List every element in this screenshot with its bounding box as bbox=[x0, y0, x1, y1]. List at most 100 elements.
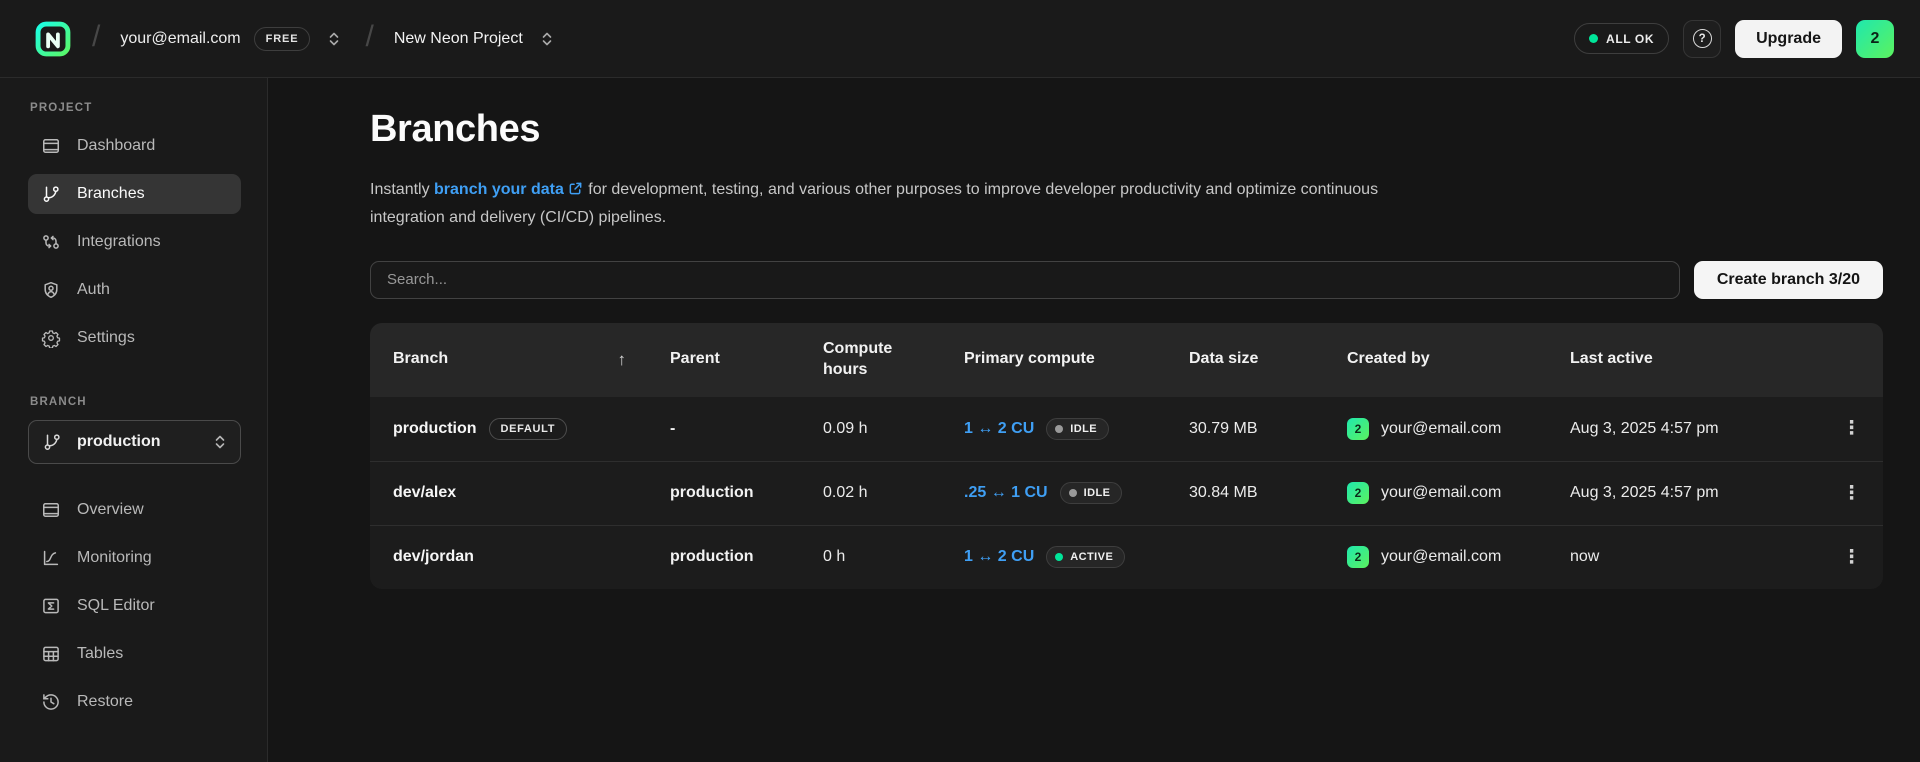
data-size-value: 30.79 MB bbox=[1189, 420, 1257, 438]
sidebar-item-integrations[interactable]: Integrations bbox=[28, 222, 241, 262]
branch-row[interactable]: dev/jordan production0 h 1 ↔ 2 CU ACTIVE 2yo… bbox=[370, 525, 1883, 589]
neon-logo[interactable] bbox=[34, 20, 72, 58]
upgrade-button[interactable]: Upgrade bbox=[1735, 20, 1842, 58]
sidebar-item-label: Overview bbox=[77, 501, 144, 519]
plan-badge: FREE bbox=[254, 27, 311, 51]
description-text: Instantly bbox=[370, 181, 434, 198]
last-active-value: now bbox=[1570, 548, 1599, 566]
chevron-up-down-icon bbox=[213, 433, 227, 451]
parent-cell: production bbox=[670, 548, 823, 566]
org-switcher-button[interactable] bbox=[323, 26, 345, 52]
chevron-up-down-icon bbox=[540, 30, 554, 48]
status-ok-dot-icon bbox=[1589, 34, 1598, 43]
primary-compute-cell: 1 ↔ 2 CU IDLE bbox=[964, 418, 1189, 440]
table-header-row: Branch↑Parent Compute hours Primary comput… bbox=[370, 323, 1883, 397]
project-section-label: PROJECT bbox=[30, 102, 239, 114]
user-avatar: 2 bbox=[1347, 546, 1369, 568]
state-label: IDLE bbox=[1084, 487, 1111, 499]
primary-compute-cell: 1 ↔ 2 CU ACTIVE bbox=[964, 546, 1189, 568]
row-menu-button[interactable]: ⋮ bbox=[1830, 411, 1873, 446]
sidebar-item-monitoring[interactable]: Monitoring bbox=[28, 538, 241, 578]
last-active-cell: Aug 3, 2025 4:57 pm bbox=[1570, 484, 1820, 502]
compute-hours-value: 0 h bbox=[823, 548, 845, 566]
search-input[interactable] bbox=[370, 261, 1680, 299]
branch-cell: productionDEFAULT bbox=[393, 418, 670, 440]
created-by-cell: 2your@email.com bbox=[1347, 546, 1570, 568]
breadcrumb-separator: / bbox=[92, 20, 100, 54]
compute-state-badge: ACTIVE bbox=[1046, 546, 1125, 568]
created-by-cell: 2 your@email.com bbox=[1347, 418, 1570, 440]
column-header-parent[interactable]: Parent bbox=[670, 349, 823, 370]
column-header-label: Branch bbox=[393, 349, 448, 370]
compute-units-link[interactable]: .25 ↔ 1 CU bbox=[964, 484, 1048, 502]
column-header-label: Parent bbox=[670, 349, 720, 370]
branches-table: Branch↑Parent Compute hours Primary comput… bbox=[370, 323, 1883, 589]
created-by-email: your@email.com bbox=[1381, 484, 1501, 502]
sidebar-item-branches[interactable]: Branches bbox=[28, 174, 241, 214]
last-active-value: Aug 3, 2025 4:57 pm bbox=[1570, 420, 1719, 438]
question-mark-icon: ? bbox=[1693, 29, 1712, 48]
help-button[interactable]: ? bbox=[1683, 20, 1721, 58]
column-header-created-by[interactable]: Created by bbox=[1347, 349, 1570, 370]
counter-badge[interactable]: 2 bbox=[1856, 20, 1894, 58]
auth-icon bbox=[41, 280, 61, 300]
row-menu-button[interactable]: ⋮ bbox=[1830, 476, 1873, 511]
data-size-value: 30.84 MB bbox=[1189, 484, 1257, 502]
system-status-pill[interactable]: ALL OK bbox=[1574, 23, 1669, 54]
branch-cell: dev/jordan bbox=[393, 548, 670, 566]
branch-row[interactable]: productionDEFAULT-0.09 h1 ↔ 2 CU IDLE 30.7… bbox=[370, 397, 1883, 461]
branch-name: dev/jordan bbox=[393, 548, 474, 566]
branch-row[interactable]: dev/alexproduction0.02 h.25 ↔ 1 CUIDLE30… bbox=[370, 461, 1883, 525]
column-header-branch[interactable]: Branch↑ bbox=[393, 349, 670, 371]
compute-units-link[interactable]: 1 ↔ 2 CU bbox=[964, 420, 1034, 438]
branch-name: dev/alex bbox=[393, 484, 456, 502]
column-header-label: Data size bbox=[1189, 349, 1258, 370]
column-header-primary-compute[interactable]: Primary compute bbox=[964, 349, 1189, 370]
branch-your-data-link[interactable]: branch your data bbox=[434, 181, 564, 198]
row-menu-button[interactable]: ⋮ bbox=[1830, 540, 1873, 575]
branch-nav: Overview Monitoring SQL Editor Tables Restor… bbox=[28, 490, 241, 722]
create-branch-button[interactable]: Create branch 3/20 bbox=[1694, 261, 1883, 299]
sql-editor-icon bbox=[41, 596, 61, 616]
state-dot-icon bbox=[1055, 425, 1063, 433]
branch-section-label: BRANCH bbox=[30, 396, 239, 408]
compute-hours-cell: 0.09 h bbox=[823, 420, 964, 438]
project-switcher-button[interactable] bbox=[536, 26, 558, 52]
sidebar-item-label: Dashboard bbox=[77, 137, 155, 155]
sidebar-item-label: Auth bbox=[77, 281, 110, 299]
column-header-label: Created by bbox=[1347, 349, 1430, 370]
project-name: New Neon Project bbox=[394, 30, 523, 48]
tables-icon bbox=[41, 644, 61, 664]
user-avatar: 2 bbox=[1347, 418, 1369, 440]
sidebar-item-label: SQL Editor bbox=[77, 597, 155, 615]
created-by-cell: 2 your@email.com bbox=[1347, 482, 1570, 504]
compute-units-link[interactable]: 1 ↔ 2 CU bbox=[964, 548, 1034, 566]
sidebar-item-auth[interactable]: Auth bbox=[28, 270, 241, 310]
state-dot-icon bbox=[1069, 489, 1077, 497]
sidebar-item-tables[interactable]: Tables bbox=[28, 634, 241, 674]
sidebar-item-dashboard[interactable]: Dashboard bbox=[28, 126, 241, 166]
breadcrumb: / your@email.com FREE / New Neon Project bbox=[34, 20, 558, 58]
branch-icon bbox=[42, 432, 62, 452]
column-header-last-active[interactable]: Last active bbox=[1570, 349, 1820, 370]
created-by-email: your@email.com bbox=[1381, 420, 1501, 438]
column-header-label: Compute hours bbox=[823, 339, 915, 381]
page-title: Branches bbox=[370, 108, 1883, 151]
user-avatar: 2 bbox=[1347, 482, 1369, 504]
neon-console: / your@email.com FREE / New Neon Project… bbox=[0, 0, 1920, 762]
state-label: ACTIVE bbox=[1070, 551, 1113, 563]
compute-state-badge: IDLE bbox=[1060, 482, 1123, 504]
branch-name: production bbox=[393, 420, 477, 438]
sidebar: PROJECT Dashboard Branches Integrations Aut… bbox=[0, 78, 268, 762]
sidebar-item-overview[interactable]: Overview bbox=[28, 490, 241, 530]
parent-cell: - bbox=[670, 420, 823, 438]
sidebar-item-settings[interactable]: Settings bbox=[28, 318, 241, 358]
table-controls: Create branch 3/20 bbox=[370, 261, 1883, 299]
branch-selector[interactable]: production bbox=[28, 420, 241, 464]
state-label: IDLE bbox=[1070, 423, 1097, 435]
sidebar-item-sql-editor[interactable]: SQL Editor bbox=[28, 586, 241, 626]
restore-icon bbox=[41, 692, 61, 712]
sidebar-item-restore[interactable]: Restore bbox=[28, 682, 241, 722]
column-header-data-size[interactable]: Data size bbox=[1189, 349, 1347, 370]
column-header-compute-hours[interactable]: Compute hours bbox=[823, 339, 964, 381]
